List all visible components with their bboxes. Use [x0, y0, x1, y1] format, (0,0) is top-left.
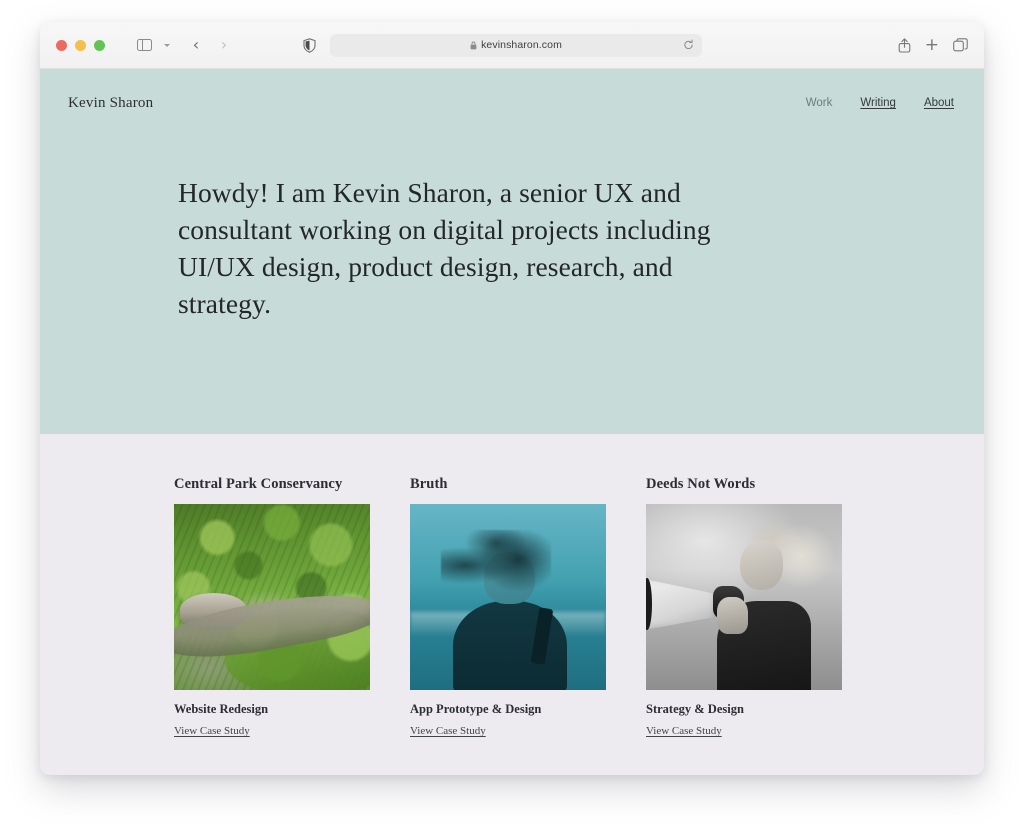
nav-link-about[interactable]: About: [924, 97, 954, 109]
view-case-study-link[interactable]: View Case Study: [174, 725, 250, 737]
hero-section: Kevin Sharon Work Writing About Howdy! I…: [40, 69, 984, 434]
safari-browser-window: ‹ › kevinsharon.com + Kevin Sharon Work …: [40, 22, 984, 775]
work-card-thumbnail[interactable]: [646, 504, 842, 690]
address-bar[interactable]: kevinsharon.com: [330, 33, 702, 57]
tab-overview-icon: [953, 38, 968, 52]
share-button[interactable]: [898, 37, 911, 53]
rock-shape: [179, 593, 247, 627]
work-card-title: Deeds Not Words: [646, 476, 756, 492]
work-card-title: Central Park Conservancy: [174, 476, 343, 492]
nav-link-work[interactable]: Work: [806, 97, 833, 109]
work-card-subtitle: App Prototype & Design: [410, 702, 542, 716]
sidebar-dropdown-button[interactable]: [159, 33, 173, 57]
primary-navigation: Work Writing About: [806, 97, 956, 109]
work-grid-row-1: Central Park Conservancy Website Redesig…: [40, 476, 984, 739]
megaphone-photo: [646, 504, 842, 690]
address-bar-content: kevinsharon.com: [470, 39, 562, 51]
work-card[interactable]: Deeds Not Words Strategy & Design View C…: [646, 476, 842, 739]
work-card-title: Bruth: [410, 476, 448, 492]
window-traffic-lights: [56, 39, 105, 51]
url-text: kevinsharon.com: [481, 39, 562, 51]
chevron-down-icon: [163, 43, 170, 47]
hero-copy: Howdy! I am Kevin Sharon, a senior UX an…: [40, 137, 758, 322]
work-card-subtitle: Strategy & Design: [646, 702, 744, 716]
close-window-button[interactable]: [56, 39, 67, 51]
work-card[interactable]: Bruth App Prototype & Design View Case S…: [410, 476, 606, 739]
zoom-window-button[interactable]: [94, 39, 105, 51]
sidebar-icon: [136, 38, 152, 52]
site-logo[interactable]: Kevin Sharon: [68, 95, 153, 112]
work-card-subtitle: Website Redesign: [174, 702, 269, 716]
forward-button[interactable]: ›: [211, 33, 237, 57]
toolbar-navigation-group: ‹ ›: [131, 33, 237, 57]
chevron-right-icon: ›: [220, 35, 228, 54]
ivy-shape: [224, 608, 370, 690]
tab-overview-button[interactable]: [953, 38, 968, 52]
privacy-report-button[interactable]: [303, 37, 316, 53]
park-bridge-photo: [174, 504, 370, 690]
nav-link-writing[interactable]: Writing: [860, 97, 896, 109]
new-tab-button[interactable]: +: [924, 34, 939, 55]
head-shape: [740, 541, 784, 590]
hand-shape: [716, 597, 748, 635]
share-icon: [898, 37, 911, 53]
view-case-study-link[interactable]: View Case Study: [410, 725, 486, 737]
lock-icon: [470, 41, 477, 49]
work-section: Central Park Conservancy Website Redesig…: [40, 434, 984, 775]
minimize-window-button[interactable]: [75, 39, 86, 51]
work-card-thumbnail[interactable]: [410, 504, 606, 690]
hero-headline: Howdy! I am Kevin Sharon, a senior UX an…: [178, 177, 711, 319]
reload-icon[interactable]: [683, 39, 694, 51]
view-case-study-link[interactable]: View Case Study: [646, 725, 722, 737]
chevron-left-icon: ‹: [192, 35, 200, 54]
plus-icon: +: [924, 34, 939, 55]
work-card[interactable]: Central Park Conservancy Website Redesig…: [174, 476, 370, 739]
sidebar-toggle-button[interactable]: [131, 33, 157, 57]
web-page-viewport: Kevin Sharon Work Writing About Howdy! I…: [40, 69, 984, 775]
work-card-thumbnail[interactable]: [174, 504, 370, 690]
back-button[interactable]: ‹: [183, 33, 209, 57]
screenshot-stage: ‹ › kevinsharon.com + Kevin Sharon Work …: [0, 0, 1024, 829]
browser-toolbar: ‹ › kevinsharon.com +: [40, 22, 984, 69]
site-header: Kevin Sharon Work Writing About: [40, 69, 984, 137]
hair-shape: [441, 530, 552, 605]
toolbar-right-group: +: [898, 34, 968, 55]
teal-portrait-photo: [410, 504, 606, 690]
